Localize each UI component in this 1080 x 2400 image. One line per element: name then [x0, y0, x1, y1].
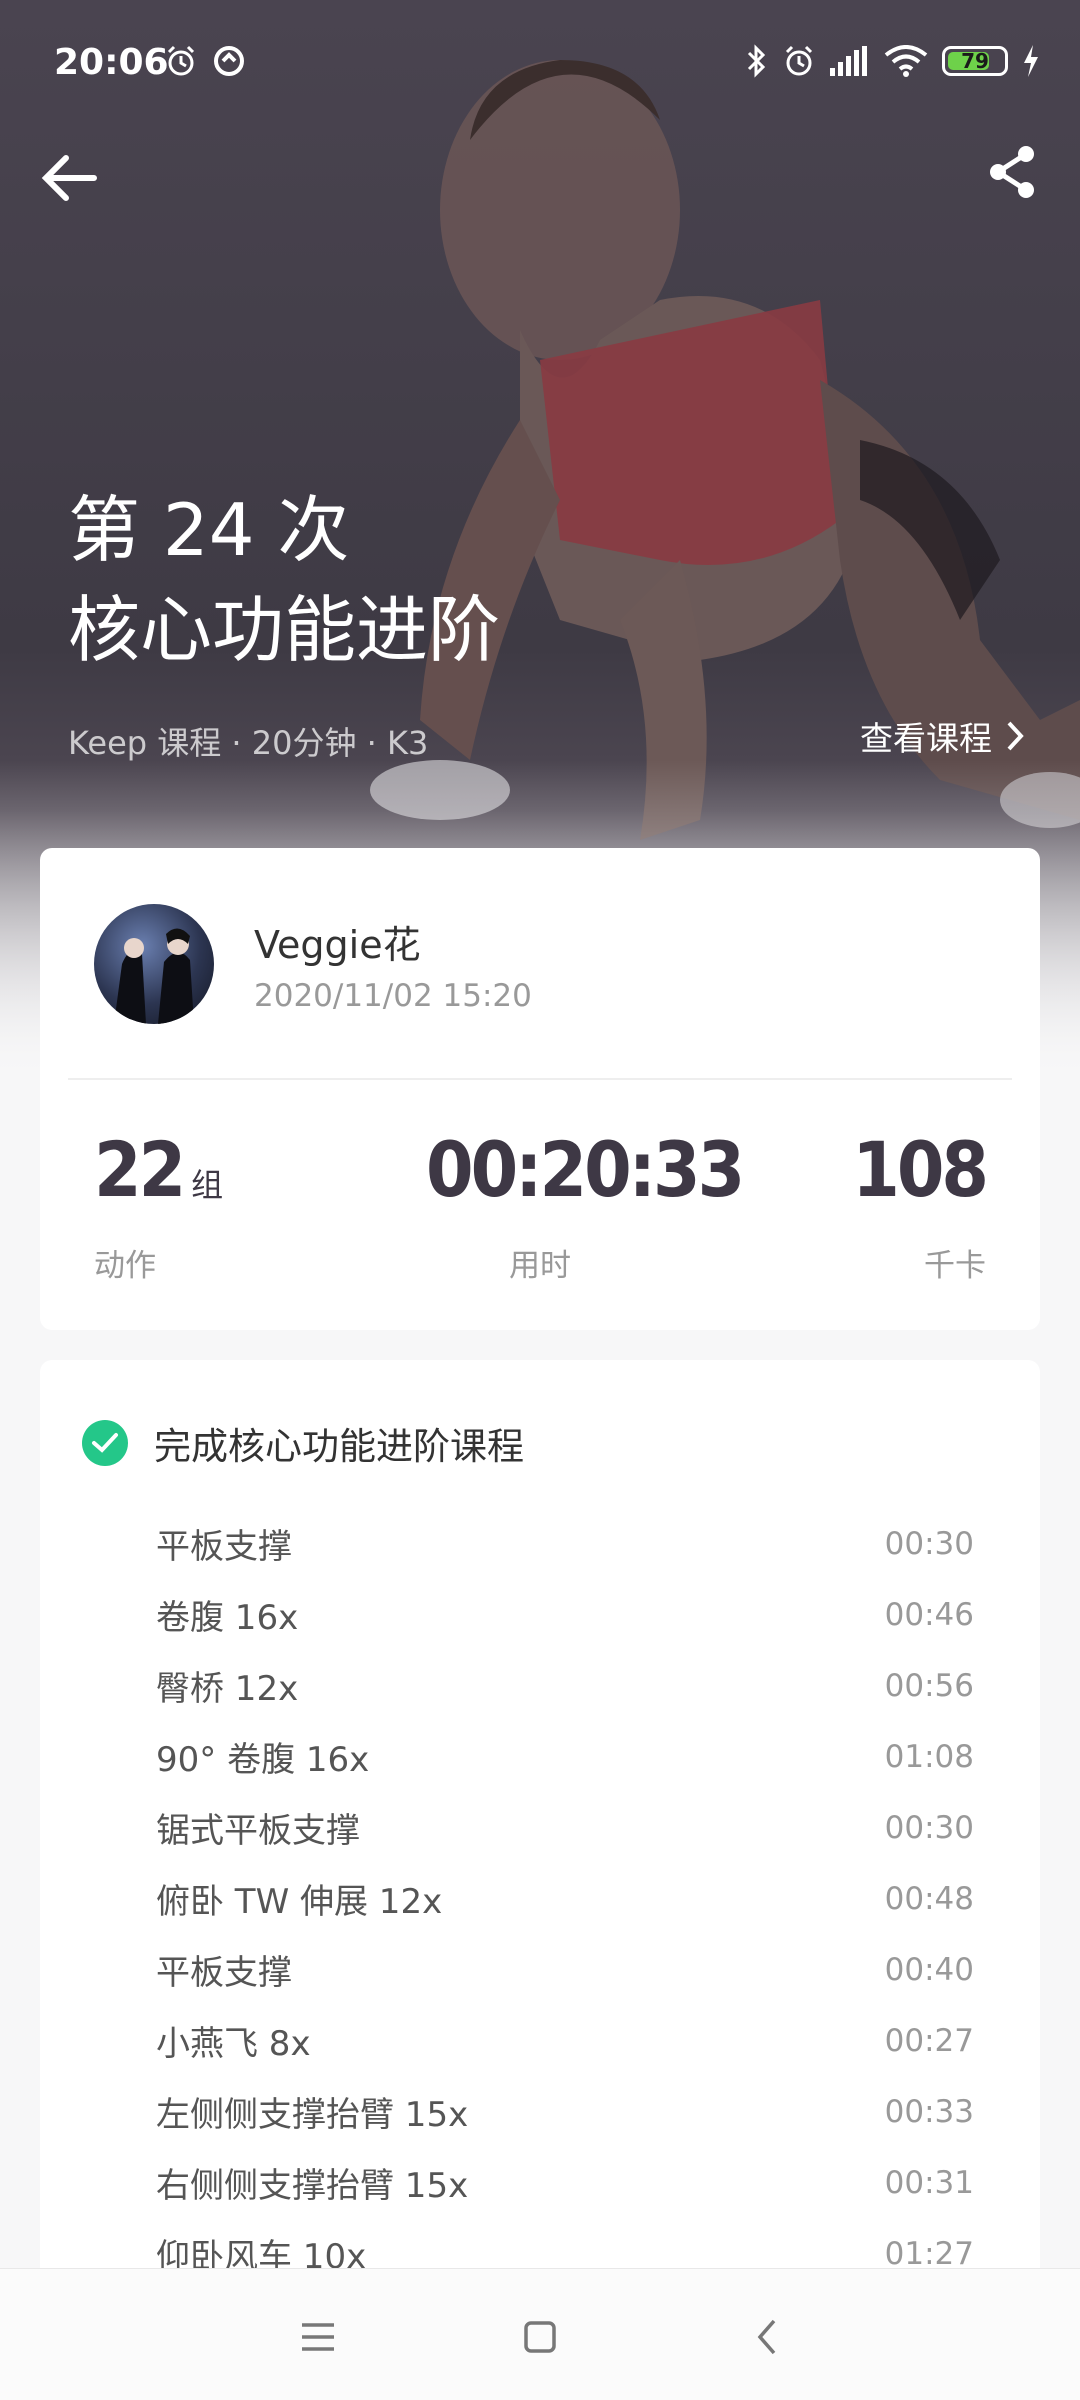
top-nav	[0, 130, 1080, 220]
exercise-time: 00:40	[884, 1951, 974, 1988]
exercise-row: 俯卧 TW 伸展 12x 00:48	[156, 1863, 974, 1934]
exercise-name: 平板支撑	[156, 1953, 292, 1993]
exercise-name: 小燕飞 8x	[156, 2024, 311, 2064]
exercise-time: 00:27	[884, 2022, 974, 2059]
status-left-icons	[164, 44, 246, 78]
divider	[68, 1078, 1012, 1080]
alarm-icon	[167, 45, 195, 76]
check-circle-icon	[82, 1420, 128, 1466]
exercise-row: 平板支撑 00:30	[156, 1508, 974, 1579]
exercise-name: 右侧侧支撑抬臂 15x	[156, 2166, 469, 2206]
exercise-row: 卷腹 16x 00:46	[156, 1579, 974, 1650]
avatar[interactable]	[94, 904, 214, 1024]
battery-percent: 79	[961, 49, 989, 73]
duration-value: 00:20:33	[426, 1125, 745, 1214]
user-name: Veggie花	[254, 923, 421, 967]
exercise-row: 锯式平板支撑 00:30	[156, 1792, 974, 1863]
arrow-left-icon[interactable]	[38, 146, 102, 210]
exercise-name: 锯式平板支撑	[156, 1811, 360, 1851]
exercise-row: 左侧侧支撑抬臂 15x 00:33	[156, 2076, 974, 2147]
share-icon[interactable]	[980, 140, 1044, 204]
exercise-time: 00:30	[884, 1525, 974, 1562]
charging-icon	[1024, 45, 1038, 77]
sync-app-icon	[214, 46, 244, 76]
exercise-time: 00:31	[884, 2164, 974, 2201]
exercise-time: 01:27	[884, 2235, 974, 2272]
exercise-name: 90° 卷腹 16x	[156, 1740, 370, 1780]
exercise-name: 俯卧 TW 伸展 12x	[156, 1882, 443, 1922]
exercise-time: 01:08	[884, 1738, 974, 1775]
exercise-name: 平板支撑	[156, 1527, 292, 1567]
bluetooth-icon	[747, 44, 766, 78]
workout-date: 2020/11/02 15:20	[254, 978, 532, 1014]
status-bar: 20:06 79	[0, 0, 1080, 120]
stat-actions: 22 组 动作	[94, 1130, 223, 1285]
completion-row: 完成核心功能进阶课程	[82, 1416, 524, 1470]
hero-title: 第 24 次 核心功能进阶	[68, 480, 500, 680]
exercise-time: 00:48	[884, 1880, 974, 1917]
wifi-icon	[884, 45, 928, 77]
completion-text: 完成核心功能进阶课程	[154, 1425, 524, 1468]
course-title: 核心功能进阶	[68, 588, 501, 672]
exercise-list-card: 完成核心功能进阶课程 平板支撑 00:30 卷腹 16x 00:46 臀桥 12x 00:…	[40, 1360, 1040, 2400]
exercise-list: 平板支撑 00:30 卷腹 16x 00:46 臀桥 12x 00:56 90° 卷腹 16…	[156, 1508, 974, 2289]
avatar-photo	[114, 928, 194, 1024]
alarm-icon	[785, 45, 813, 76]
calories-value: 108	[852, 1125, 989, 1214]
exercise-row: 小燕飞 8x 00:27	[156, 2005, 974, 2076]
status-right-icons: 79	[746, 44, 1040, 78]
exercise-name: 臀桥 12x	[156, 1669, 299, 1709]
chevron-right-icon	[1007, 721, 1024, 751]
exercise-row: 右侧侧支撑抬臂 15x 00:31	[156, 2147, 974, 2218]
exercise-name: 左侧侧支撑抬臂 15x	[156, 2095, 469, 2135]
signal-icon	[830, 46, 867, 76]
actions-unit: 组	[191, 1166, 224, 1204]
exercise-time: 00:46	[884, 1596, 974, 1633]
actions-label: 动作	[94, 1248, 156, 1284]
view-course-label: 查看课程	[860, 719, 992, 758]
exercise-row: 90° 卷腹 16x 01:08	[156, 1721, 974, 1792]
exercise-time: 00:30	[884, 1809, 974, 1846]
duration-label: 用时	[509, 1248, 571, 1284]
system-nav-bar	[0, 2268, 1080, 2400]
session-count-title: 第 24 次	[68, 488, 350, 572]
chevron-left-icon[interactable]	[738, 2307, 798, 2367]
calories-label: 千卡	[924, 1248, 986, 1284]
exercise-time: 00:56	[884, 1667, 974, 1704]
exercise-time: 00:33	[884, 2093, 974, 2130]
exercise-row: 平板支撑 00:40	[156, 1934, 974, 2005]
status-time: 20:06	[54, 42, 169, 83]
course-meta: Keep 课程 · 20分钟 · K3	[68, 724, 429, 762]
menu-icon[interactable]	[288, 2307, 348, 2367]
battery-indicator: 79	[942, 46, 1008, 76]
workout-summary-card: Veggie花 2020/11/02 15:20 22 组 动作 00:20:33…	[40, 848, 1040, 1330]
exercise-row: 臀桥 12x 00:56	[156, 1650, 974, 1721]
home-square-icon[interactable]	[510, 2307, 570, 2367]
view-course-link[interactable]: 查看课程	[860, 712, 1024, 760]
exercise-name: 卷腹 16x	[156, 1598, 299, 1638]
stat-calories: 108 千卡	[852, 1125, 989, 1285]
stat-duration: 00:20:33 用时	[426, 1125, 745, 1285]
actions-value: 22	[94, 1125, 186, 1214]
